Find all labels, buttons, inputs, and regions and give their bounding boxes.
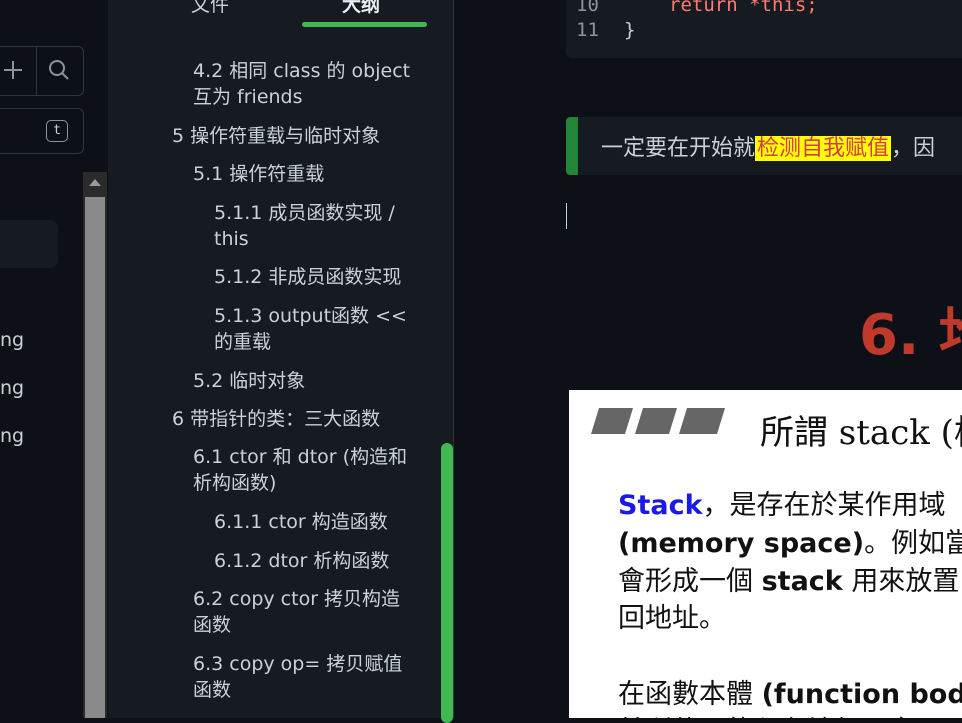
highlighted-text: 检测自我赋值 — [755, 136, 892, 161]
search-icon — [49, 60, 69, 80]
slide-text-line: 會形成一個 stack 用來放置 — [618, 566, 960, 597]
tab-outline[interactable]: 大纲 — [342, 0, 380, 17]
slide-text-line: 回地址。 — [618, 603, 726, 634]
slide-text-line: Stack，是存在於某作用域 — [618, 490, 946, 521]
line-number: 11 — [576, 19, 599, 41]
outline-item[interactable]: 6.2 copy ctor 拷贝构造函数 — [193, 586, 418, 638]
outline-item[interactable]: 6 带指针的类：三大函数 — [172, 406, 432, 432]
section-heading: 6. 堆 — [859, 303, 962, 368]
blockquote-bar — [566, 117, 578, 175]
quote-text-before: 一定要在开始就 — [601, 136, 756, 161]
outline-item[interactable]: 5 操作符重载与临时对象 — [172, 123, 432, 149]
button-divider — [36, 47, 37, 95]
shortcut-key-badge: t — [46, 120, 68, 142]
editor-area: 10 return *this; 11 } 一定要在开始就检测自我赋值，因 6.… — [454, 0, 962, 718]
sidebar-selected-row[interactable] — [0, 220, 58, 268]
text-caret — [566, 203, 567, 229]
tab-files[interactable]: 文件 — [191, 0, 229, 17]
add-button[interactable] — [1, 58, 25, 82]
outline-item[interactable]: 6.1.1 ctor 构造函数 — [214, 509, 429, 535]
outline-panel: 文件 大纲 4.2 相同 class 的 object 互为 friends 5… — [126, 0, 454, 723]
sidebar-scrollbar[interactable] — [83, 172, 107, 718]
code-line: return *this; — [669, 0, 818, 16]
active-tab-indicator — [302, 22, 427, 27]
sidebar-row[interactable]: ng — [0, 377, 30, 399]
slide-title: 所謂 stack (棧 — [760, 413, 962, 453]
outline-item[interactable]: 5.1.3 output函数 << 的重载 — [214, 303, 414, 355]
plus-icon — [4, 61, 22, 79]
left-sidebar: t ng ng ng — [0, 0, 108, 718]
panel-gutter — [108, 0, 126, 718]
line-number: 10 — [576, 0, 599, 16]
quote-text-after: ，因 — [891, 136, 936, 161]
code-keyword: return — [669, 0, 738, 16]
outline-item[interactable]: 6.1 ctor 和 dtor (构造和析构函数) — [193, 444, 418, 496]
slide-text-line: (memory space)。例如當 — [618, 528, 962, 559]
outline-item[interactable]: 6.3 copy op= 拷贝赋值函数 — [193, 651, 418, 703]
blockquote-text: 一定要在开始就检测自我赋值，因 — [601, 130, 935, 162]
slide-text-line: 在函數本體 (function bod — [618, 679, 962, 710]
outline-item[interactable]: 5.1 操作符重载 — [193, 161, 433, 187]
filter-input[interactable]: t — [0, 108, 84, 154]
blockquote: 一定要在开始就检测自我赋值，因 — [566, 117, 962, 175]
code-block: 10 return *this; 11 } — [566, 0, 962, 58]
sidebar-row[interactable]: ng — [0, 329, 30, 351]
code-line: } — [624, 19, 636, 41]
slide-decoration-icon — [591, 408, 725, 434]
outline-item[interactable]: 5.1.2 非成员函数实现 — [214, 264, 429, 290]
scrollbar-thumb[interactable] — [85, 197, 105, 718]
search-button[interactable] — [47, 58, 71, 82]
scroll-up-arrow-icon[interactable] — [89, 179, 101, 186]
outline-item[interactable]: 5.2 临时对象 — [193, 368, 433, 394]
sidebar-button-group — [0, 46, 84, 96]
slide-text-line: 其所使用的內存塊都取自 — [618, 709, 915, 718]
outline-item[interactable]: 4.2 相同 class 的 object 互为 friends — [193, 58, 433, 110]
outline-scrollbar-thumb[interactable] — [441, 443, 453, 723]
embedded-slide-image: 所謂 stack (棧 Stack，是存在於某作用域 (memory space… — [569, 390, 962, 718]
outline-item[interactable]: 5.1.1 成员函数实现 / this — [214, 200, 414, 252]
code-text: *this; — [737, 0, 818, 16]
outline-item[interactable]: 6.1.2 dtor 析构函数 — [214, 548, 429, 574]
sidebar-row[interactable]: ng — [0, 425, 30, 447]
